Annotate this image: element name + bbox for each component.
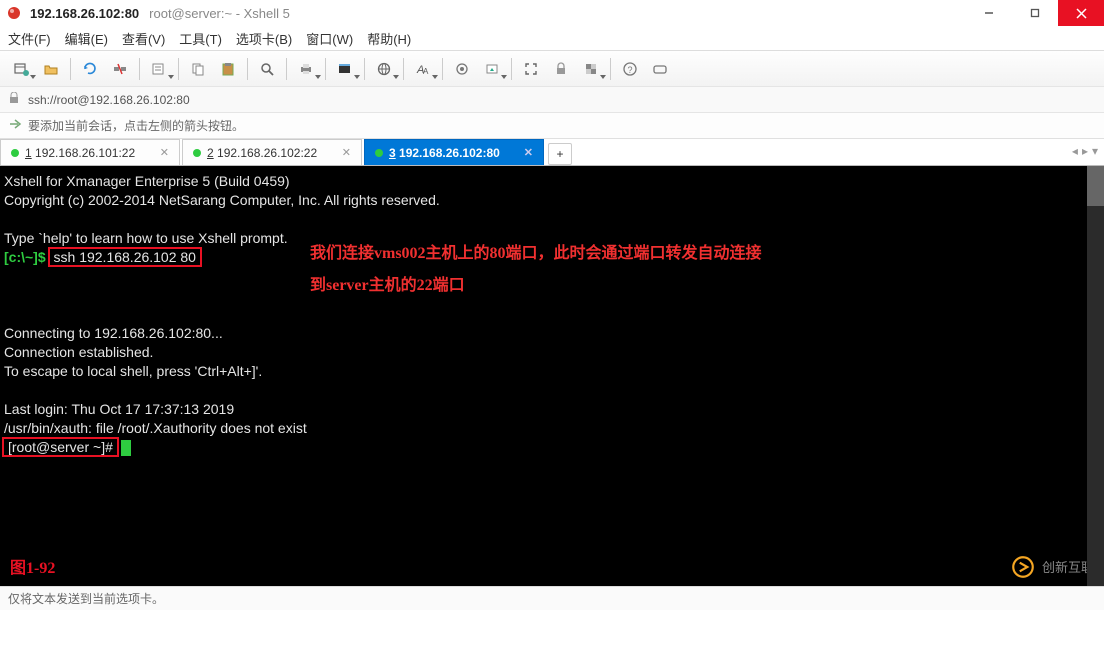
svg-text:?: ? [628, 65, 633, 75]
window-title-sub: root@server:~ - Xshell 5 [149, 6, 290, 21]
window-controls [966, 0, 1104, 26]
address-bar: ssh://root@192.168.26.102:80 [0, 87, 1104, 113]
disconnect-button[interactable] [107, 56, 133, 82]
menu-tools[interactable]: 工具(T) [179, 29, 222, 48]
tab-session-3-active[interactable]: 3 192.168.26.102:80 ✕ [364, 139, 544, 165]
status-dot-icon [11, 149, 19, 157]
tab-session-1[interactable]: 1 192.168.26.101:22 ✕ [0, 139, 180, 165]
terminal-line: To escape to local shell, press 'Ctrl+Al… [4, 362, 1100, 381]
watermark-icon [1010, 554, 1036, 580]
separator [610, 58, 611, 80]
color-scheme-button[interactable] [332, 56, 358, 82]
print-button[interactable] [293, 56, 319, 82]
tab-session-2[interactable]: 2 192.168.26.102:22 ✕ [182, 139, 362, 165]
file-transfer-button[interactable] [479, 56, 505, 82]
copy-button[interactable] [185, 56, 211, 82]
terminal-line: Copyright (c) 2002-2014 NetSarang Comput… [4, 191, 1100, 210]
font-button[interactable]: AA [410, 56, 436, 82]
tab-strip: 1 192.168.26.101:22 ✕ 2 192.168.26.102:2… [0, 139, 1104, 166]
properties-button[interactable] [146, 56, 172, 82]
menu-bar: 文件(F) 编辑(E) 查看(V) 工具(T) 选项卡(B) 窗口(W) 帮助(… [0, 26, 1104, 51]
terminal-scrollbar[interactable] [1087, 166, 1104, 586]
reconnect-button[interactable] [77, 56, 103, 82]
hint-bar: 要添加当前会话，点击左侧的箭头按钮。 [0, 113, 1104, 139]
separator [511, 58, 512, 80]
tab-list-icon[interactable]: ▾ [1092, 144, 1098, 158]
server-prompt-highlight: [root@server ~]# [4, 439, 117, 455]
maximize-button[interactable] [1012, 0, 1058, 26]
status-bar: 仅将文本发送到当前选项卡。 [0, 586, 1104, 610]
status-text: 仅将文本发送到当前选项卡。 [8, 590, 164, 607]
tab-nav-arrows: ◂ ▸ ▾ [1072, 144, 1098, 158]
tab-label: 192.168.26.102:80 [399, 146, 500, 160]
fullscreen-button[interactable] [518, 56, 544, 82]
separator [325, 58, 326, 80]
separator [364, 58, 365, 80]
terminal-scrollthumb[interactable] [1087, 166, 1104, 206]
menu-help[interactable]: 帮助(H) [367, 29, 411, 48]
logging-button[interactable] [449, 56, 475, 82]
cursor [121, 440, 131, 456]
ssh-command-highlight: ssh 192.168.26.102 80 [50, 249, 200, 265]
tab-index: 3 [389, 146, 396, 160]
terminal-line: Last login: Thu Oct 17 17:37:13 2019 [4, 400, 1100, 419]
terminal-line: Xshell for Xmanager Enterprise 5 (Build … [4, 172, 1100, 191]
terminal[interactable]: Xshell for Xmanager Enterprise 5 (Build … [0, 166, 1104, 586]
close-button[interactable] [1058, 0, 1104, 26]
tab-add-button[interactable]: + [548, 143, 572, 165]
terminal-line: Connection established. [4, 343, 1100, 362]
status-dot-icon [375, 149, 383, 157]
transparency-button[interactable] [578, 56, 604, 82]
terminal-line: /usr/bin/xauth: file /root/.Xauthority d… [4, 419, 1100, 438]
annotation-text-1: 我们连接vms002主机上的80端口，此时会通过端口转发自动连接 [310, 244, 762, 263]
lock-icon [8, 92, 20, 107]
tab-next-icon[interactable]: ▸ [1082, 144, 1088, 158]
separator [139, 58, 140, 80]
status-dot-icon [193, 149, 201, 157]
separator [286, 58, 287, 80]
menu-window[interactable]: 窗口(W) [306, 29, 353, 48]
add-session-icon[interactable] [8, 117, 22, 134]
paste-button[interactable] [215, 56, 241, 82]
tab-index: 2 [207, 146, 214, 160]
minimize-button[interactable] [966, 0, 1012, 26]
tab-label: 192.168.26.101:22 [35, 146, 135, 160]
svg-text:A: A [423, 67, 429, 76]
terminal-line: Connecting to 192.168.26.102:80... [4, 324, 1100, 343]
find-button[interactable] [254, 56, 280, 82]
menu-tabs[interactable]: 选项卡(B) [236, 29, 292, 48]
compose-button[interactable] [647, 56, 673, 82]
figure-label: 图1-92 [10, 559, 55, 578]
annotation-text-2: 到server主机的22端口 [310, 276, 465, 295]
new-session-button[interactable] [8, 56, 34, 82]
lock-button[interactable] [548, 56, 574, 82]
toolbar: AA ? [0, 51, 1104, 87]
terminal-line: [root@server ~]# [4, 438, 1100, 457]
tab-close-icon[interactable]: ✕ [150, 146, 169, 159]
menu-view[interactable]: 查看(V) [122, 29, 165, 48]
encoding-button[interactable] [371, 56, 397, 82]
separator [442, 58, 443, 80]
title-bar: 192.168.26.102:80 root@server:~ - Xshell… [0, 0, 1104, 26]
tab-close-icon[interactable]: ✕ [332, 146, 351, 159]
menu-edit[interactable]: 编辑(E) [65, 29, 108, 48]
watermark: 创新互联 [1010, 554, 1094, 580]
open-session-button[interactable] [38, 56, 64, 82]
separator [178, 58, 179, 80]
help-button[interactable]: ? [617, 56, 643, 82]
local-prompt: [c:\~]$ [4, 249, 46, 265]
address-url[interactable]: ssh://root@192.168.26.102:80 [28, 93, 190, 107]
tab-close-icon[interactable]: ✕ [514, 146, 533, 159]
tab-prev-icon[interactable]: ◂ [1072, 144, 1078, 158]
app-icon [6, 5, 22, 21]
separator [70, 58, 71, 80]
separator [403, 58, 404, 80]
tab-index: 1 [25, 146, 32, 160]
separator [247, 58, 248, 80]
menu-file[interactable]: 文件(F) [8, 29, 51, 48]
hint-text: 要添加当前会话，点击左侧的箭头按钮。 [28, 117, 244, 134]
window-title-main: 192.168.26.102:80 [30, 6, 139, 21]
tab-label: 192.168.26.102:22 [217, 146, 317, 160]
